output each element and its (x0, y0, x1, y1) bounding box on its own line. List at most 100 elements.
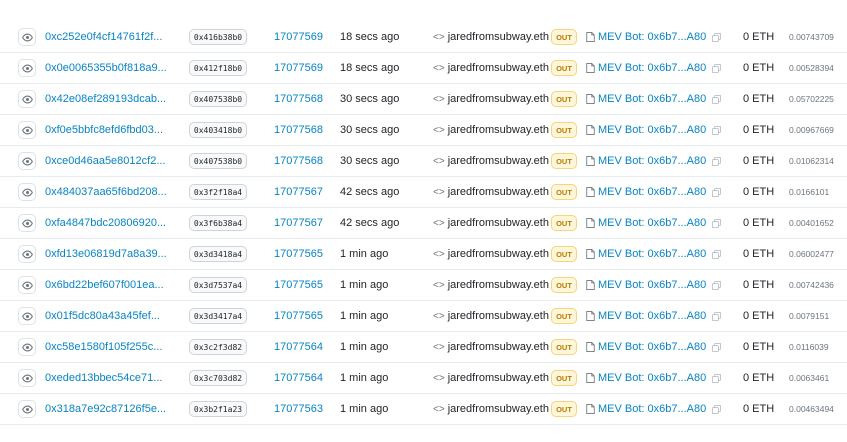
copy-icon[interactable] (712, 156, 722, 166)
to-address-link[interactable]: MEV Bot: 0x6b7...A80 (598, 341, 706, 353)
copy-icon[interactable] (712, 404, 722, 414)
preview-button[interactable] (18, 28, 36, 46)
txn-hash-link[interactable]: 0x6bd22bef607f001ea... (45, 279, 175, 291)
copy-icon[interactable] (712, 249, 722, 259)
block-link[interactable]: 17077567 (274, 217, 323, 229)
to-address-link[interactable]: MEV Bot: 0x6b7...A80 (598, 155, 706, 167)
to-address-link[interactable]: MEV Bot: 0x6b7...A80 (598, 279, 706, 291)
to-address-link[interactable]: MEV Bot: 0x6b7...A80 (598, 372, 706, 384)
from-address: <> jaredfromsubway.eth (433, 279, 564, 291)
contract-file-icon (586, 187, 595, 197)
preview-button[interactable] (18, 276, 36, 294)
from-address: <> jaredfromsubway.eth (433, 341, 564, 353)
to-address-link[interactable]: MEV Bot: 0x6b7...A80 (598, 31, 706, 43)
preview-button[interactable] (18, 245, 36, 263)
block-link[interactable]: 17077568 (274, 124, 323, 136)
copy-icon[interactable] (712, 94, 722, 104)
from-address-link[interactable]: jaredfromsubway.eth (448, 186, 549, 198)
to-address: MEV Bot: 0x6b7...A80 (586, 124, 722, 136)
direction-badge: OUT (551, 370, 577, 386)
to-address-link[interactable]: MEV Bot: 0x6b7...A80 (598, 310, 706, 322)
from-address-link[interactable]: jaredfromsubway.eth (448, 155, 549, 167)
block-link[interactable]: 17077565 (274, 248, 323, 260)
preview-button[interactable] (18, 59, 36, 77)
preview-button[interactable] (18, 183, 36, 201)
txn-hash-link[interactable]: 0xc252e0f4cf14761f2f... (45, 31, 175, 43)
preview-button[interactable] (18, 307, 36, 325)
preview-button[interactable] (18, 90, 36, 108)
txn-hash-link[interactable]: 0xc58e1580f105f255c... (45, 341, 175, 353)
preview-button[interactable] (18, 121, 36, 139)
txn-hash-link[interactable]: 0x484037aa65f6bd208... (45, 186, 175, 198)
direction-badge: OUT (551, 122, 577, 138)
direction-badge: OUT (551, 215, 577, 231)
copy-icon[interactable] (712, 187, 722, 197)
eye-icon (21, 374, 33, 382)
direction-badge: OUT (551, 184, 577, 200)
copy-icon[interactable] (712, 32, 722, 42)
txn-hash-link[interactable]: 0xf0e5bbfc8efd6fbd03... (45, 124, 175, 136)
txn-hash-link[interactable]: 0xce0d46aa5e8012cf2... (45, 155, 175, 167)
block-link[interactable]: 17077564 (274, 341, 323, 353)
from-address: <> jaredfromsubway.eth (433, 403, 564, 415)
preview-button[interactable] (18, 400, 36, 418)
age-text: 18 secs ago (340, 31, 400, 43)
from-address: <> jaredfromsubway.eth (433, 124, 564, 136)
txn-hash-link[interactable]: 0x318a7e92c87126f5e... (45, 403, 175, 415)
from-address-link[interactable]: jaredfromsubway.eth (448, 310, 549, 322)
block-link[interactable]: 17077565 (274, 310, 323, 322)
preview-button[interactable] (18, 369, 36, 387)
direction-badge: OUT (551, 29, 577, 45)
preview-button[interactable] (18, 338, 36, 356)
to-address-link[interactable]: MEV Bot: 0x6b7...A80 (598, 62, 706, 74)
from-address-link[interactable]: jaredfromsubway.eth (448, 248, 549, 260)
from-address-link[interactable]: jaredfromsubway.eth (448, 403, 549, 415)
copy-icon[interactable] (712, 218, 722, 228)
table-row: 0xc252e0f4cf14761f2f... 0x416b38b0 17077… (0, 22, 847, 53)
block-link[interactable]: 17077563 (274, 403, 323, 415)
copy-icon[interactable] (712, 373, 722, 383)
copy-icon[interactable] (712, 342, 722, 352)
block-link[interactable]: 17077567 (274, 186, 323, 198)
contract-file-icon (586, 94, 595, 104)
from-address-link[interactable]: jaredfromsubway.eth (448, 62, 549, 74)
to-address-link[interactable]: MEV Bot: 0x6b7...A80 (598, 403, 706, 415)
block-link[interactable]: 17077564 (274, 372, 323, 384)
from-address-link[interactable]: jaredfromsubway.eth (448, 341, 549, 353)
txn-hash-link[interactable]: 0x42e08ef289193dcab... (45, 93, 175, 105)
value-text: 0 ETH (743, 124, 775, 136)
age-text: 1 min ago (340, 341, 389, 353)
copy-icon[interactable] (712, 125, 722, 135)
txn-hash-link[interactable]: 0xeded13bbec54ce71... (45, 372, 175, 384)
block-link[interactable]: 17077568 (274, 93, 323, 105)
to-address-link[interactable]: MEV Bot: 0x6b7...A80 (598, 93, 706, 105)
from-address-link[interactable]: jaredfromsubway.eth (448, 31, 549, 43)
age-text: 1 min ago (340, 310, 389, 322)
preview-button[interactable] (18, 152, 36, 170)
block-link[interactable]: 17077565 (274, 279, 323, 291)
value-text: 0 ETH (743, 31, 775, 43)
age-text: 1 min ago (340, 403, 389, 415)
from-address-link[interactable]: jaredfromsubway.eth (448, 279, 549, 291)
copy-icon[interactable] (712, 311, 722, 321)
copy-icon[interactable] (712, 280, 722, 290)
txn-hash-link[interactable]: 0xfd13e06819d7a8a39... (45, 248, 175, 260)
from-address-link[interactable]: jaredfromsubway.eth (448, 372, 549, 384)
eye-icon (21, 126, 33, 134)
to-address-link[interactable]: MEV Bot: 0x6b7...A80 (598, 124, 706, 136)
txn-hash-link[interactable]: 0x01f5dc80a43a45fef... (45, 310, 175, 322)
from-address-link[interactable]: jaredfromsubway.eth (448, 217, 549, 229)
block-link[interactable]: 17077569 (274, 31, 323, 43)
from-address-link[interactable]: jaredfromsubway.eth (448, 93, 549, 105)
txn-hash-link[interactable]: 0x0e0065355b0f818a9... (45, 62, 175, 74)
block-link[interactable]: 17077569 (274, 62, 323, 74)
to-address-link[interactable]: MEV Bot: 0x6b7...A80 (598, 217, 706, 229)
eye-icon (21, 312, 33, 320)
from-address-link[interactable]: jaredfromsubway.eth (448, 124, 549, 136)
to-address-link[interactable]: MEV Bot: 0x6b7...A80 (598, 186, 706, 198)
preview-button[interactable] (18, 214, 36, 232)
txn-hash-link[interactable]: 0xfa4847bdc20806920... (45, 217, 175, 229)
block-link[interactable]: 17077568 (274, 155, 323, 167)
copy-icon[interactable] (712, 63, 722, 73)
to-address-link[interactable]: MEV Bot: 0x6b7...A80 (598, 248, 706, 260)
